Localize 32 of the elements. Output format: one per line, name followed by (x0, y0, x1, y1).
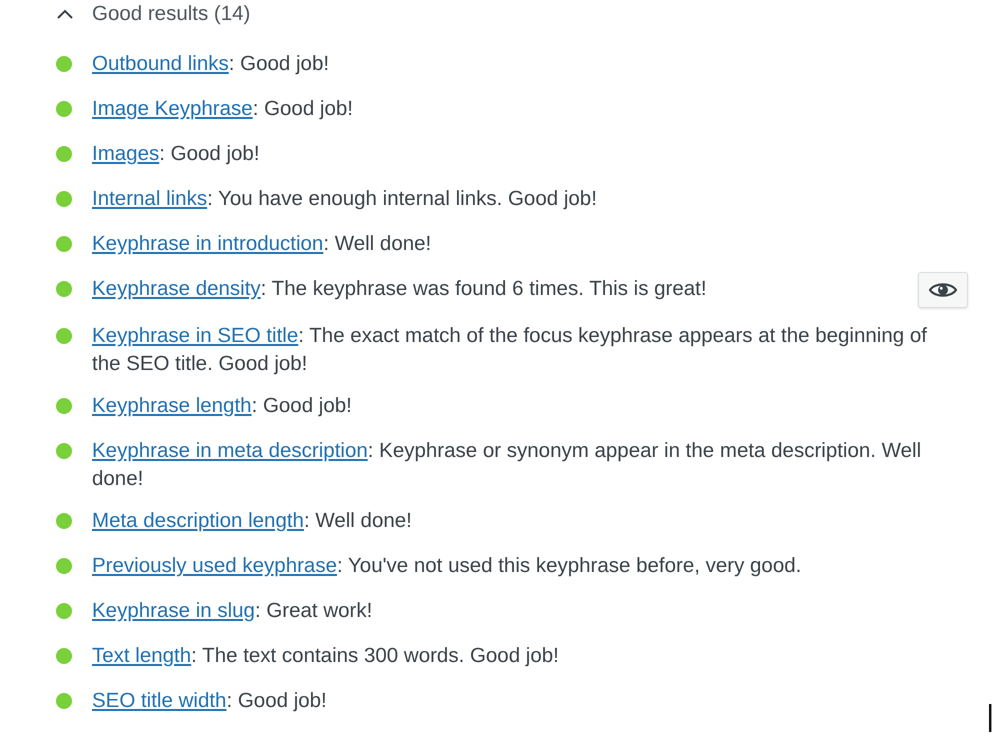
highlight-button[interactable] (918, 272, 968, 308)
result-text: Internal links: You have enough internal links. Good job! (92, 186, 597, 212)
result-link[interactable]: Internal links (92, 187, 208, 210)
result-text: SEO title width: Good job! (92, 688, 327, 714)
result-text: Keyphrase in introduction: Well done! (92, 231, 432, 257)
result-link[interactable]: Image Keyphrase (92, 97, 253, 120)
chevron-up-icon (56, 8, 74, 20)
result-text: Keyphrase in meta description: Keyphrase or synonym appear in the meta description. Well done! (92, 438, 922, 492)
result-link[interactable]: Keyphrase in SEO title (92, 324, 298, 347)
eye-icon (929, 281, 957, 299)
result-link[interactable]: Outbound links (92, 52, 229, 75)
result-link[interactable]: Meta description length (92, 509, 304, 532)
result-text: Keyphrase in SEO title: The exact match of the focus keyphrase appears at the beginning of the SEO title. Good job! (92, 323, 928, 377)
result-link[interactable]: Previously used keyphrase (92, 554, 337, 577)
result-text: Keyphrase density: The keyphrase was found 6 times. This is great! (92, 276, 707, 302)
results-toggle[interactable]: Good results (14) (56, 0, 250, 28)
result-text: Images: Good job! (92, 141, 260, 167)
result-text: Text length: The text contains 300 words. Good job! (92, 643, 559, 669)
result-link[interactable]: Keyphrase in introduction (92, 232, 324, 255)
result-text: Meta description length: Well done! (92, 508, 412, 534)
result-link[interactable]: SEO title width (92, 689, 226, 712)
result-text: Image Keyphrase: Good job! (92, 96, 353, 122)
result-link[interactable]: Keyphrase density (92, 277, 261, 300)
result-link[interactable]: Text length (92, 644, 192, 667)
result-text: Outbound links: Good job! (92, 51, 330, 77)
result-link[interactable]: Keyphrase length (92, 394, 252, 417)
result-text: Previously used keyphrase: You've not used this keyphrase before, very good. (92, 553, 802, 579)
result-link[interactable]: Keyphrase in meta description (92, 439, 368, 462)
result-text: Keyphrase in slug: Great work! (92, 598, 372, 624)
result-link[interactable]: Images (92, 142, 160, 165)
result-text: Keyphrase length: Good job! (92, 393, 352, 419)
result-link[interactable]: Keyphrase in slug (92, 599, 255, 622)
